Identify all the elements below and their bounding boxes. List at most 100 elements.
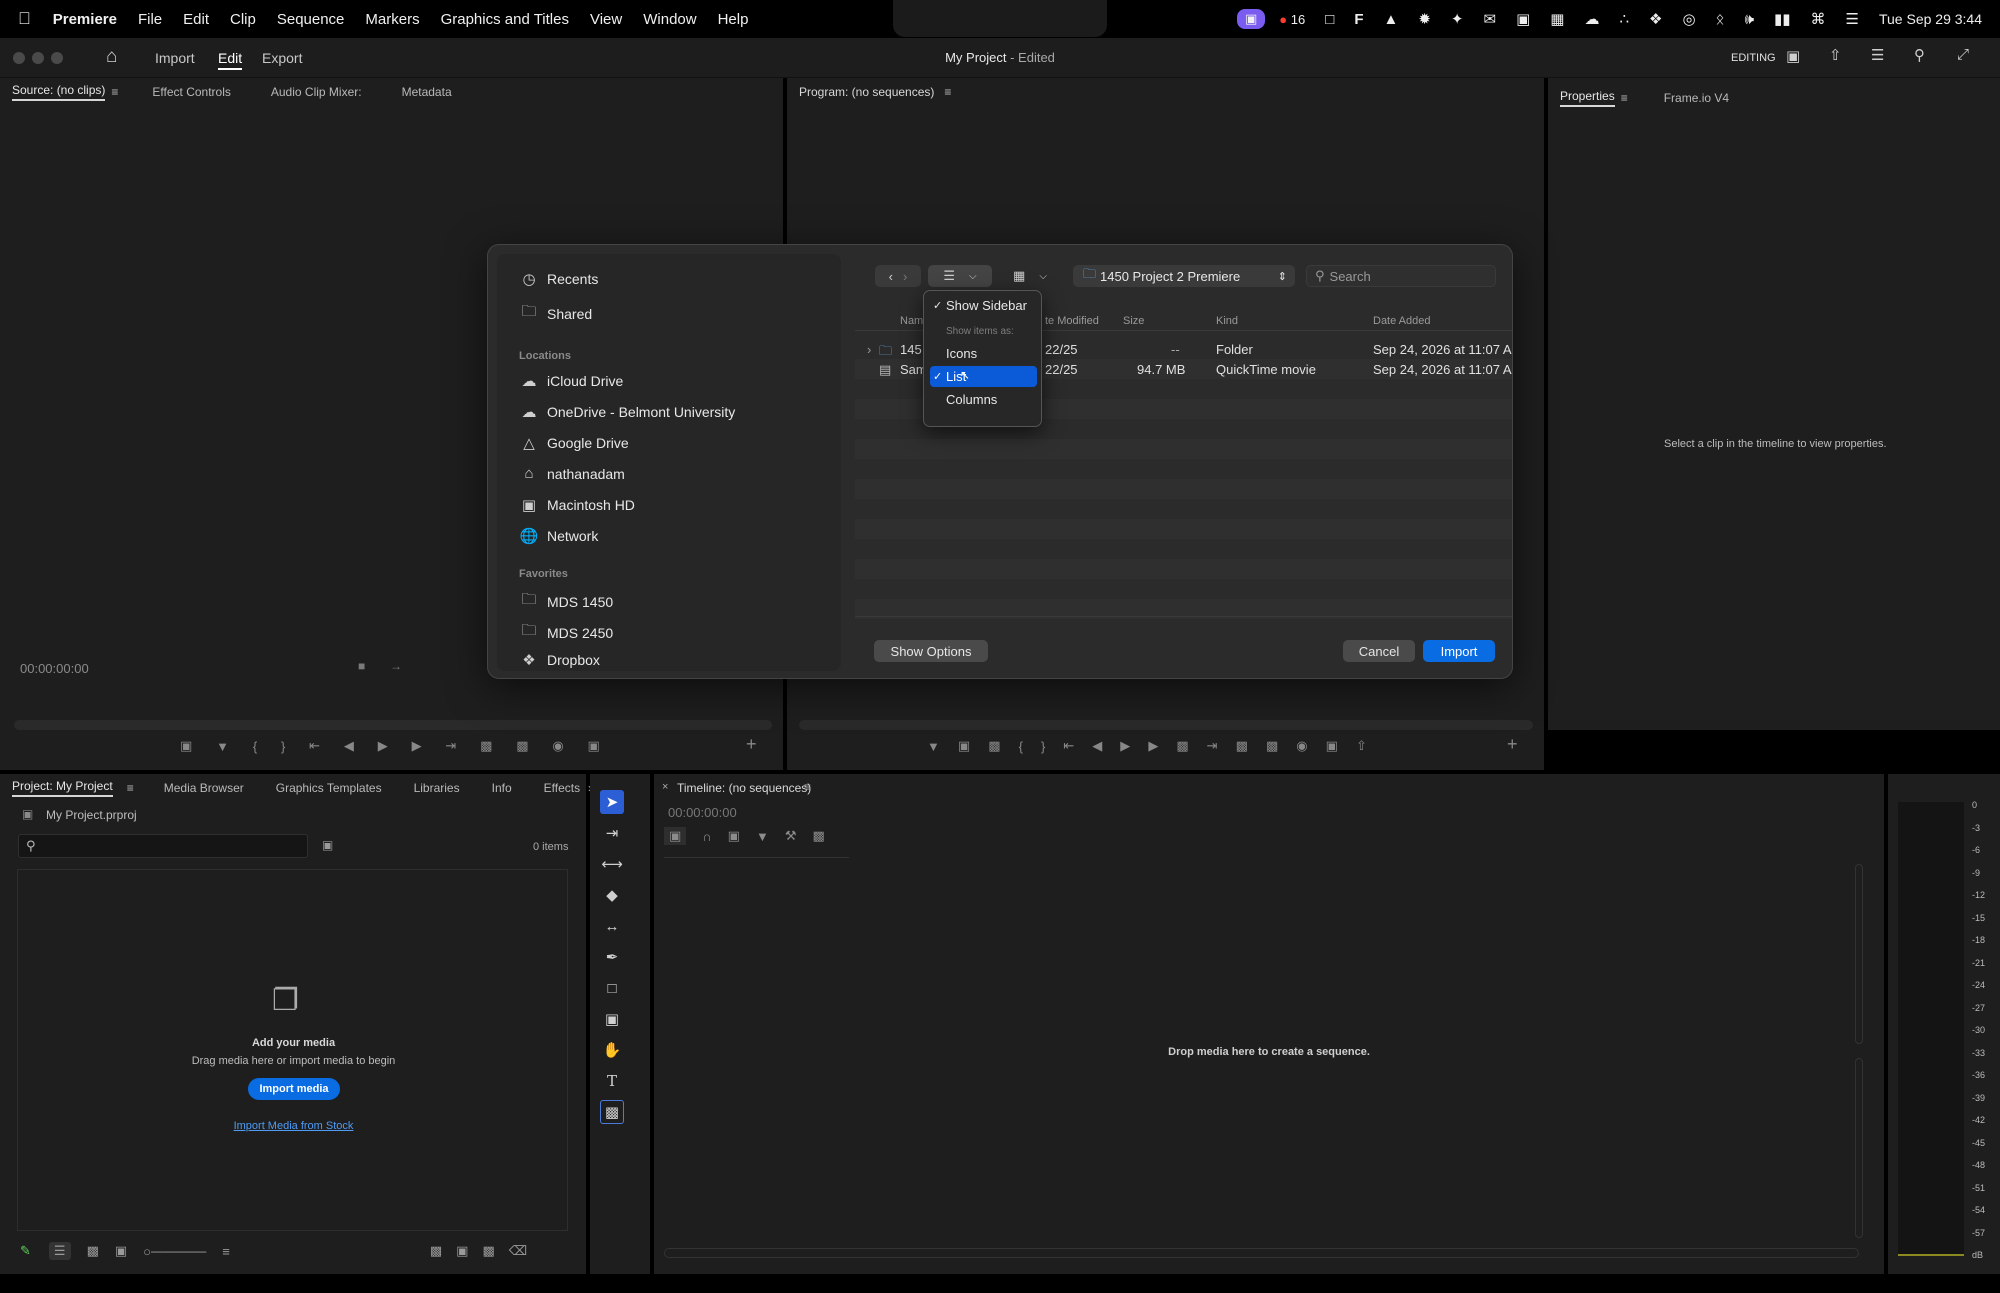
dropbox-menubar-icon[interactable]: ❖	[1649, 10, 1662, 28]
sidebar-item-recents[interactable]: ◷ Recents	[519, 270, 598, 288]
sidebar-item-icloud[interactable]: ☁ iCloud Drive	[519, 372, 624, 390]
new-search-bin-icon[interactable]: ▣	[322, 838, 333, 852]
bluetooth-icon[interactable]: ᛟ	[1716, 11, 1725, 28]
column-kind[interactable]: Kind	[1216, 315, 1238, 327]
activity-icon[interactable]: ∴	[1619, 10, 1629, 28]
sidebar-item-network[interactable]: 🌐 Network	[519, 527, 599, 545]
sidebar-item-home[interactable]: ⌂ nathanadam	[519, 465, 624, 482]
view-list-button[interactable]: ☰ ⌵	[928, 265, 992, 287]
text-edit-icon[interactable]: ▩	[600, 1100, 624, 1124]
timeline-menu-icon[interactable]: ≡	[804, 780, 811, 794]
settings-wrench-icon[interactable]: →	[390, 659, 402, 673]
location-popup[interactable]: 🗀 1450 Project 2 Premiere ⇕	[1073, 265, 1295, 287]
timeline-timecode[interactable]: 00:00:00:00	[668, 805, 737, 820]
snap-icon[interactable]: ∩	[702, 829, 711, 844]
tab-project[interactable]: Project: My Project	[12, 779, 113, 797]
home-icon[interactable]: ⌂	[106, 46, 117, 68]
track-select-icon[interactable]: ⇥	[600, 821, 624, 845]
project-drop-area[interactable]: ❐ Add your media Drag media here or impo…	[17, 869, 568, 1231]
import-media-button[interactable]: Import media	[248, 1078, 340, 1100]
window-zoom-button[interactable]	[51, 52, 63, 64]
captions-icon[interactable]: ▩	[812, 828, 824, 844]
source-scrub-bar[interactable]	[14, 720, 772, 730]
nav-import[interactable]: Import	[155, 50, 195, 66]
trash-icon[interactable]: ⌫	[509, 1243, 527, 1259]
tab-frameio[interactable]: Frame.io V4	[1664, 91, 1729, 105]
nest-icon[interactable]: ▣	[664, 827, 687, 845]
sun-icon[interactable]: ✹	[1418, 10, 1431, 28]
layout-icon[interactable]: ▦	[1550, 10, 1564, 28]
new-item-icon[interactable]: ▩	[482, 1243, 494, 1259]
compare-icon[interactable]: ▣	[1326, 738, 1338, 754]
tab-timeline[interactable]: Timeline: (no sequences)	[677, 781, 811, 795]
icon-view-icon[interactable]: ▩	[87, 1243, 99, 1259]
toggle-proxy-icon[interactable]: ▩	[1176, 738, 1188, 754]
control-center-icon[interactable]: ☰	[1846, 10, 1859, 28]
timeline-hscroll[interactable]	[664, 1248, 1859, 1258]
cancel-button[interactable]: Cancel	[1343, 640, 1415, 662]
sidebar-item-dropbox[interactable]: ❖ Dropbox	[519, 651, 600, 669]
sidebar-item-mds-1450[interactable]: 🗀 MDS 1450	[519, 589, 613, 614]
timeline-vscroll-top[interactable]	[1855, 864, 1863, 1044]
progress-search-icon[interactable]: ⚲	[1914, 46, 1925, 64]
safe-margins-icon[interactable]: ▩	[988, 738, 1000, 754]
razor-icon[interactable]: ◆	[600, 883, 624, 907]
sidebar-item-onedrive[interactable]: ☁ OneDrive - Belmont University	[519, 403, 736, 421]
tab-graphics-templates[interactable]: Graphics Templates	[276, 781, 382, 795]
menu-view[interactable]: View	[590, 11, 622, 28]
mark-out-icon[interactable]: }	[1041, 739, 1045, 754]
search-field[interactable]: ⚲ Search	[1306, 265, 1496, 287]
show-options-button[interactable]: Show Options	[874, 640, 988, 662]
sidebar-item-google-drive[interactable]: △ Google Drive	[519, 434, 628, 452]
tab-program[interactable]: Program: (no sequences)	[799, 85, 934, 99]
pencil-icon[interactable]: ✎	[20, 1243, 31, 1259]
lift-edit-icon[interactable]: ▩	[1236, 738, 1248, 754]
workspaces-icon[interactable]: ▣	[1786, 47, 1800, 65]
apple-icon[interactable]: 	[18, 9, 31, 29]
export-frame-icon[interactable]: ◉	[552, 738, 563, 754]
tab-effect-controls[interactable]: Effect Controls	[152, 85, 230, 99]
creative-cloud-icon[interactable]: ▲	[1383, 11, 1398, 28]
tab-libraries[interactable]: Libraries	[414, 781, 460, 795]
fit-icon[interactable]: ■	[358, 659, 365, 673]
tab-source[interactable]: Source: (no clips)	[12, 83, 106, 101]
ripple-edit-icon[interactable]: ⟷	[600, 852, 624, 876]
program-menu-icon[interactable]: ≡	[944, 85, 951, 99]
timeline-settings-icon[interactable]: ⚒	[785, 828, 797, 844]
tab-metadata[interactable]: Metadata	[402, 85, 452, 99]
screenshot-icon[interactable]: □	[1325, 11, 1334, 28]
column-name[interactable]: Nam	[900, 315, 923, 327]
selection-tool-icon[interactable]: ➤	[600, 790, 624, 814]
go-to-in-icon[interactable]: ⇤	[309, 738, 320, 754]
workspace-label[interactable]: EDITING	[1731, 52, 1776, 64]
airdrop-icon[interactable]: ◎	[1682, 10, 1695, 28]
go-to-out-icon[interactable]: ⇥	[445, 738, 456, 754]
type-icon[interactable]: T	[600, 1069, 624, 1093]
volume-icon[interactable]: 🕪	[1745, 11, 1754, 28]
pen-icon[interactable]: ✒	[600, 945, 624, 969]
program-add-button-icon[interactable]: +	[1507, 734, 1518, 755]
step-back-icon[interactable]: ◀	[1092, 738, 1102, 754]
go-to-in-icon[interactable]: ⇤	[1063, 738, 1074, 754]
freeform-view-icon[interactable]: ▣	[115, 1243, 127, 1259]
go-to-out-icon[interactable]: ⇥	[1207, 738, 1218, 754]
column-size[interactable]: Size	[1123, 315, 1144, 327]
step-forward-icon[interactable]: ▶	[412, 738, 422, 754]
list-view-icon[interactable]: ☰	[48, 1242, 71, 1260]
menu-clip[interactable]: Clip	[230, 11, 256, 28]
hand-icon[interactable]: ✋	[600, 1038, 624, 1062]
timeline-close-icon[interactable]: ×	[662, 781, 668, 793]
source-add-button-icon[interactable]: +	[746, 734, 757, 755]
window-minimize-button[interactable]	[32, 52, 44, 64]
disclosure-chevron-icon[interactable]: ›	[867, 342, 871, 357]
program-scrub-bar[interactable]	[799, 720, 1533, 730]
project-search-input[interactable]: ⚲	[18, 834, 308, 858]
extract-icon[interactable]: ▩	[1266, 738, 1278, 754]
tab-properties[interactable]: Properties	[1560, 89, 1615, 107]
menu-edit[interactable]: Edit	[183, 11, 209, 28]
mark-out-icon[interactable]: }	[281, 739, 285, 754]
battery-icon[interactable]: ▮▮	[1774, 10, 1791, 28]
source-timecode[interactable]: 00:00:00:00	[20, 661, 89, 676]
generative-extend-icon[interactable]: ▣	[600, 1007, 624, 1031]
back-chevron-icon[interactable]: ‹	[889, 269, 893, 284]
